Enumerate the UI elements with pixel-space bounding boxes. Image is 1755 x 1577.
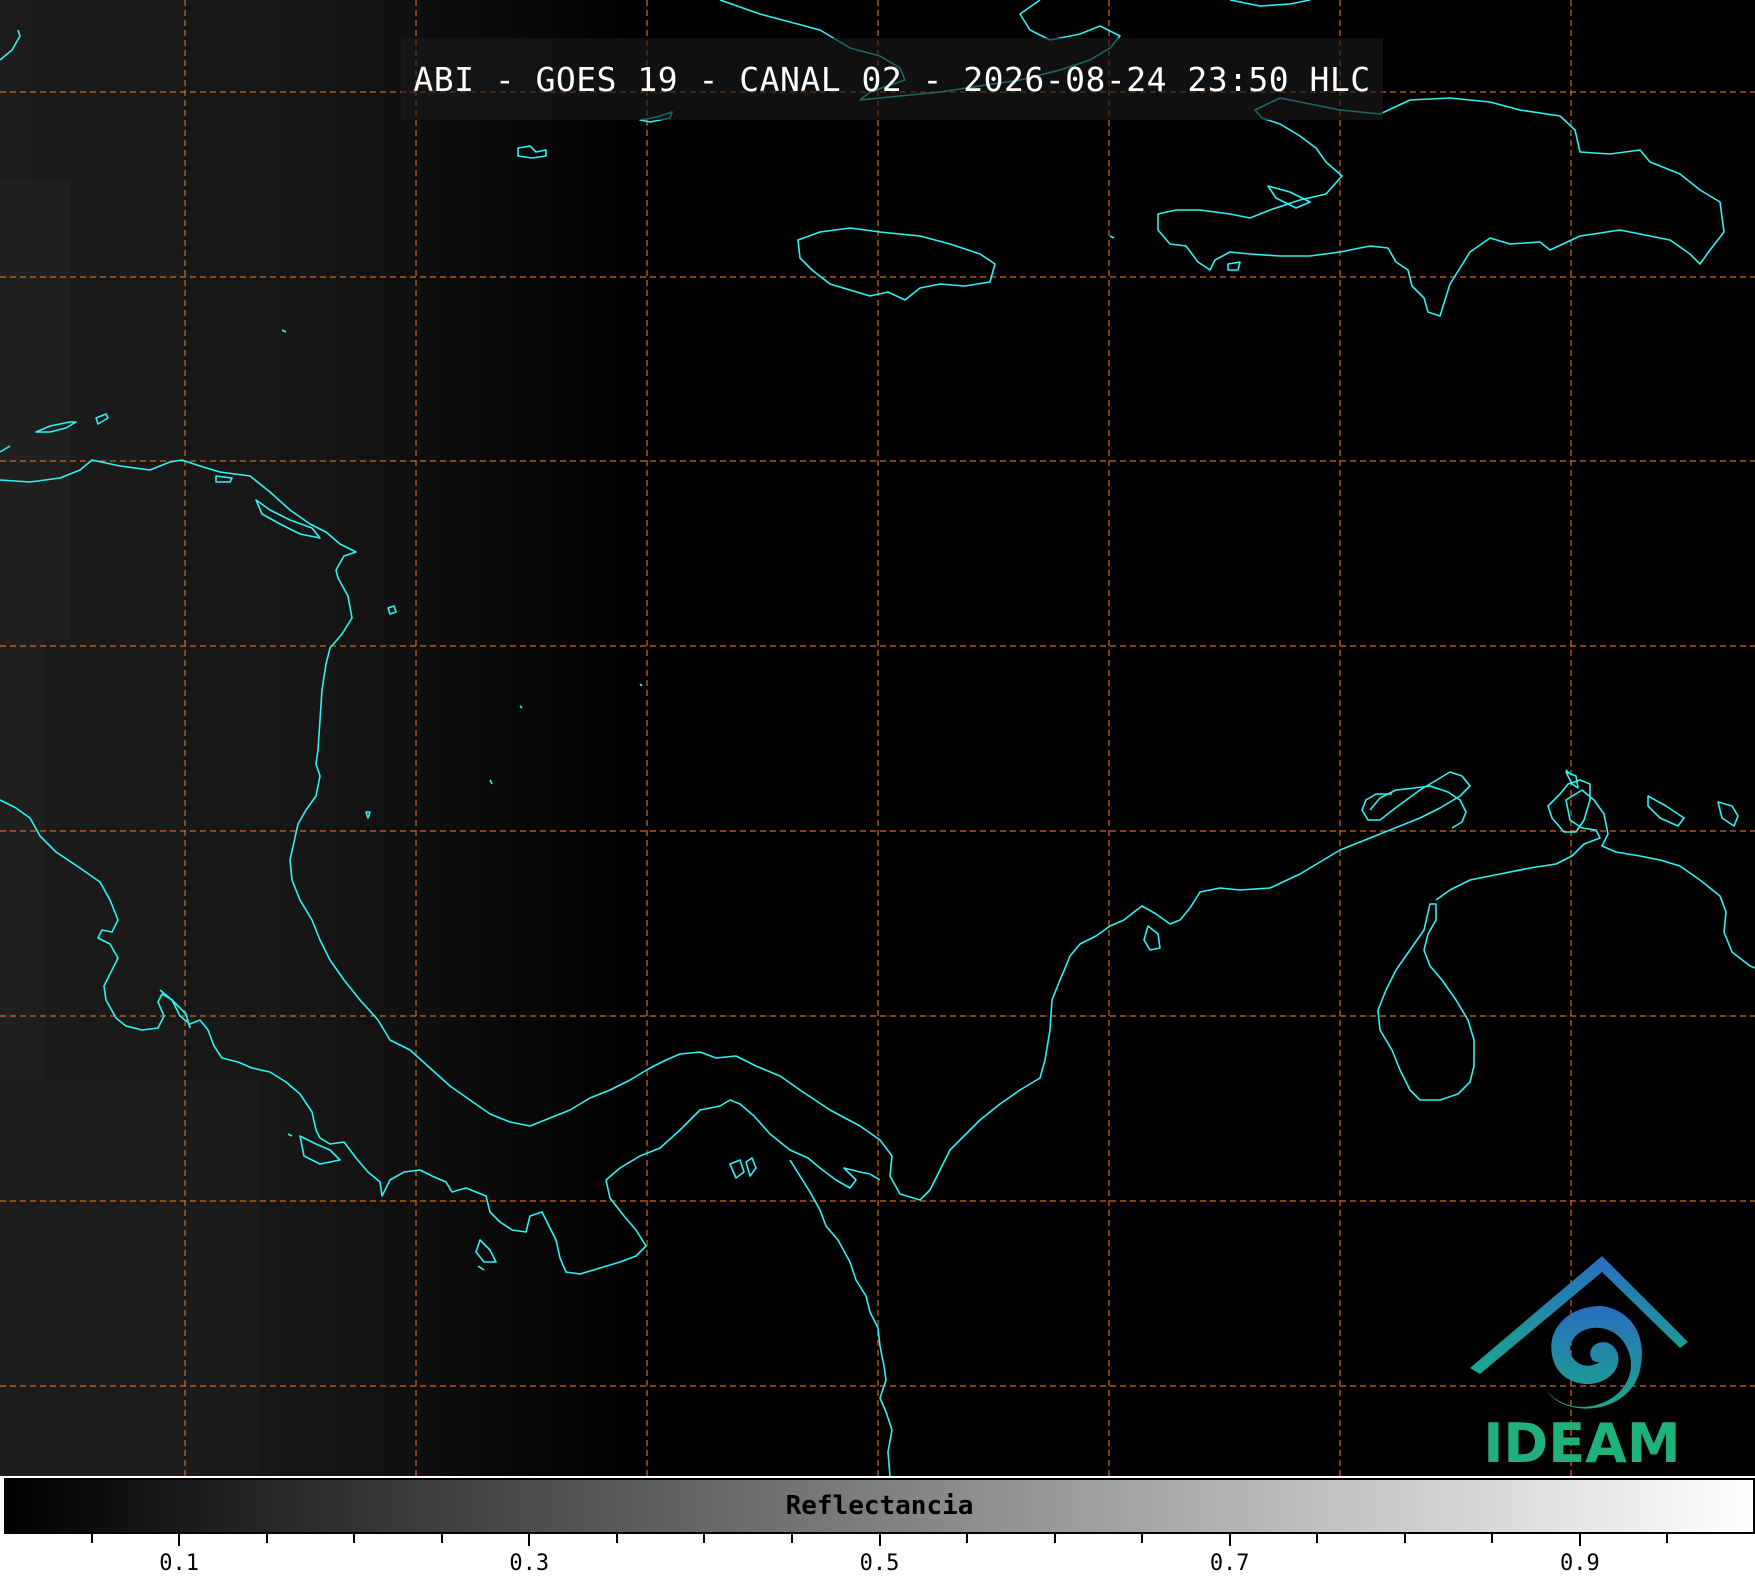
colorbar-minor-tick — [1141, 1534, 1144, 1543]
colorbar-major-tick — [178, 1534, 181, 1546]
colorbar-minor-tick — [1316, 1534, 1319, 1543]
colorbar-minor-tick — [1053, 1534, 1056, 1543]
colorbar-minor-tick — [615, 1534, 618, 1543]
colorbar-major-tick — [1228, 1534, 1231, 1546]
colorbar-minor-tick — [1666, 1534, 1669, 1543]
ideam-logo-emblem — [1470, 1256, 1688, 1409]
colorbar-major-tick — [528, 1534, 531, 1546]
reflectance-colorbar: Reflectancia — [4, 1478, 1755, 1534]
colorbar-minor-tick — [440, 1534, 443, 1543]
colorbar-tick-label: 0.7 — [1209, 1551, 1250, 1576]
reflectance-patch — [0, 180, 70, 640]
colorbar-label: Reflectancia — [785, 1491, 974, 1521]
swirl-icon — [1546, 1306, 1642, 1409]
map-title-box: ABI - GOES 19 - CANAL 02 - 2026-08-24 23… — [401, 38, 1383, 120]
colorbar-major-tick — [1578, 1534, 1581, 1546]
colorbar-minor-tick — [966, 1534, 969, 1543]
colorbar-major-tick — [878, 1534, 881, 1546]
reflectance-patch — [0, 640, 45, 1080]
colorbar-minor-tick — [265, 1534, 268, 1543]
colorbar-tick-label: 0.5 — [859, 1551, 900, 1576]
map-title: ABI - GOES 19 - CANAL 02 - 2026-08-24 23… — [413, 59, 1371, 99]
satellite-map[interactable]: ABI - GOES 19 - CANAL 02 - 2026-08-24 23… — [0, 0, 1755, 1476]
colorbar-minor-tick — [1403, 1534, 1406, 1543]
ideam-logo: IDEAM — [1462, 1250, 1702, 1476]
colorbar-tick-label: 0.1 — [159, 1551, 199, 1576]
ideam-logo-text: IDEAM — [1483, 1412, 1681, 1475]
colorbar-minor-tick — [1491, 1534, 1494, 1543]
colorbar-ticks: 0.1 0.3 0.5 0.7 0.9 — [0, 1534, 1755, 1577]
colorbar-tick-label: 0.3 — [509, 1551, 550, 1576]
colorbar-minor-tick — [703, 1534, 706, 1543]
reflectance-patch — [0, 1080, 260, 1476]
colorbar-minor-tick — [90, 1534, 93, 1543]
colorbar-tick-label: 0.9 — [1560, 1551, 1600, 1576]
colorbar-minor-tick — [790, 1534, 793, 1543]
colorbar-minor-tick — [353, 1534, 356, 1543]
